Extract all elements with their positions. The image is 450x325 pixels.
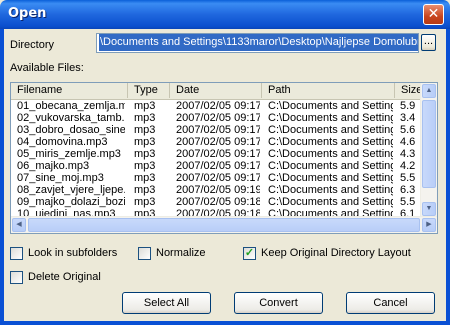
cell-type: mp3 [134,172,156,184]
window-title: Open [8,6,47,21]
cell-date: 2007/02/05 09:17 [176,136,260,148]
cell-type: mp3 [134,136,156,148]
directory-field[interactable]: \Documents and Settings\1133maror\Deskto… [96,33,419,53]
keep-layout-checkbox[interactable]: ✓ [243,247,256,260]
file-rows: 01_obecana_zemlja.m... mp3 2007/02/05 09:1… [11,100,423,220]
table-row[interactable]: 02_vukovarska_tamb... mp3 2007/02/05 09:17… [11,112,423,124]
column-header-date[interactable]: Date [170,83,262,98]
column-header-size[interactable]: Size (M [395,83,423,98]
table-row[interactable]: 06_majko.mp3 mp3 2007/02/05 09:17 C:\Docume… [11,160,423,172]
cell-filename: 06_majko.mp3 [17,160,90,172]
cell-path: C:\Documents and Settings... [268,184,393,196]
delete-original-label: Delete Original [28,271,101,283]
cell-type: mp3 [134,184,156,196]
window-frame-right [446,29,450,325]
cell-date: 2007/02/05 09:17 [176,160,260,172]
normalize-checkbox[interactable] [138,247,151,260]
delete-original-checkbox[interactable] [10,271,23,284]
cell-type: mp3 [134,124,156,136]
keep-layout-label: Keep Original Directory Layout [261,247,411,259]
cell-path: C:\Documents and Settings... [268,148,393,160]
column-header-type[interactable]: Type [128,83,170,98]
cell-filename: 02_vukovarska_tamb... [17,112,125,124]
table-row[interactable]: 04_domovina.mp3 mp3 2007/02/05 09:17 C:\Doc… [11,136,423,148]
directory-label: Directory [10,39,55,51]
cell-path: C:\Documents and Settings... [268,136,393,148]
cell-date: 2007/02/05 09:19 [176,184,260,196]
scroll-left-icon[interactable]: ◀ [12,218,26,232]
cell-path: C:\Documents and Settings... [268,160,393,172]
cell-date: 2007/02/05 09:17 [176,148,260,160]
look-in-subfolders-checkbox[interactable] [10,247,23,260]
directory-value: \Documents and Settings\1133maror\Deskto… [99,34,418,51]
close-icon: ✕ [427,6,440,22]
cell-date: 2007/02/05 09:17 [176,124,260,136]
cell-type: mp3 [134,148,156,160]
scroll-right-icon[interactable]: ▶ [422,218,436,232]
convert-button[interactable]: Convert [234,292,323,314]
cell-path: C:\Documents and Settings... [268,172,393,184]
cell-type: mp3 [134,160,156,172]
table-row[interactable]: 07_sine_moj.mp3 mp3 2007/02/05 09:17 C:\Doc… [11,172,423,184]
normalize-label: Normalize [156,247,206,259]
vertical-scroll-thumb[interactable] [422,100,436,188]
table-row[interactable]: 03_dobro_dosao_sine... mp3 2007/02/05 09:1… [11,124,423,136]
cancel-button[interactable]: Cancel [346,292,435,314]
cell-path: C:\Documents and Settings... [268,100,393,112]
cell-path: C:\Documents and Settings... [268,124,393,136]
scroll-down-icon[interactable]: ▼ [422,202,436,216]
title-bar: Open ✕ [0,0,450,29]
window-frame-bottom [0,321,450,325]
file-list[interactable]: Filename Type Date Path Size (M 01_obeca… [10,82,438,234]
cell-path: C:\Documents and Settings... [268,196,393,208]
list-header: Filename Type Date Path Size (M [11,83,423,100]
cell-filename: 08_zavjet_vjere_ljepe... [17,184,125,196]
close-button[interactable]: ✕ [423,4,444,25]
column-header-path[interactable]: Path [262,83,395,98]
table-row[interactable]: 05_miris_zemlje.mp3 mp3 2007/02/05 09:17 C:… [11,148,423,160]
checkmark-icon: ✓ [244,247,255,259]
scroll-up-icon[interactable]: ▲ [422,84,436,98]
table-row[interactable]: 09_majko_dolazi_bozi... mp3 2007/02/05 09:… [11,196,423,208]
vertical-scrollbar[interactable]: ▲ ▼ [420,83,437,217]
horizontal-scrollbar[interactable]: ◀ ▶ [11,216,437,233]
cell-type: mp3 [134,196,156,208]
table-row[interactable]: 08_zavjet_vjere_ljepe... mp3 2007/02/05 09… [11,184,423,196]
cell-filename: 03_dobro_dosao_sine... [17,124,125,136]
available-files-label: Available Files: [10,62,84,74]
select-all-button[interactable]: Select All [122,292,211,314]
horizontal-scroll-thumb[interactable] [28,218,420,232]
look-in-subfolders-label: Look in subfolders [28,247,118,259]
cell-type: mp3 [134,112,156,124]
table-row[interactable]: 01_obecana_zemlja.m... mp3 2007/02/05 09:1… [11,100,423,112]
cell-type: mp3 [134,100,156,112]
cell-date: 2007/02/05 09:17 [176,100,260,112]
cell-filename: 07_sine_moj.mp3 [17,172,104,184]
cell-date: 2007/02/05 09:17 [176,112,260,124]
column-header-filename[interactable]: Filename [11,83,128,98]
window-frame-left [0,29,4,325]
browse-button[interactable]: ... [421,34,436,51]
cell-filename: 04_domovina.mp3 [17,136,108,148]
cell-date: 2007/02/05 09:18 [176,196,260,208]
cell-filename: 01_obecana_zemlja.m... [17,100,125,112]
cell-filename: 09_majko_dolazi_bozi... [17,196,125,208]
cell-filename: 05_miris_zemlje.mp3 [17,148,121,160]
cell-date: 2007/02/05 09:17 [176,172,260,184]
cell-path: C:\Documents and Settings... [268,112,393,124]
